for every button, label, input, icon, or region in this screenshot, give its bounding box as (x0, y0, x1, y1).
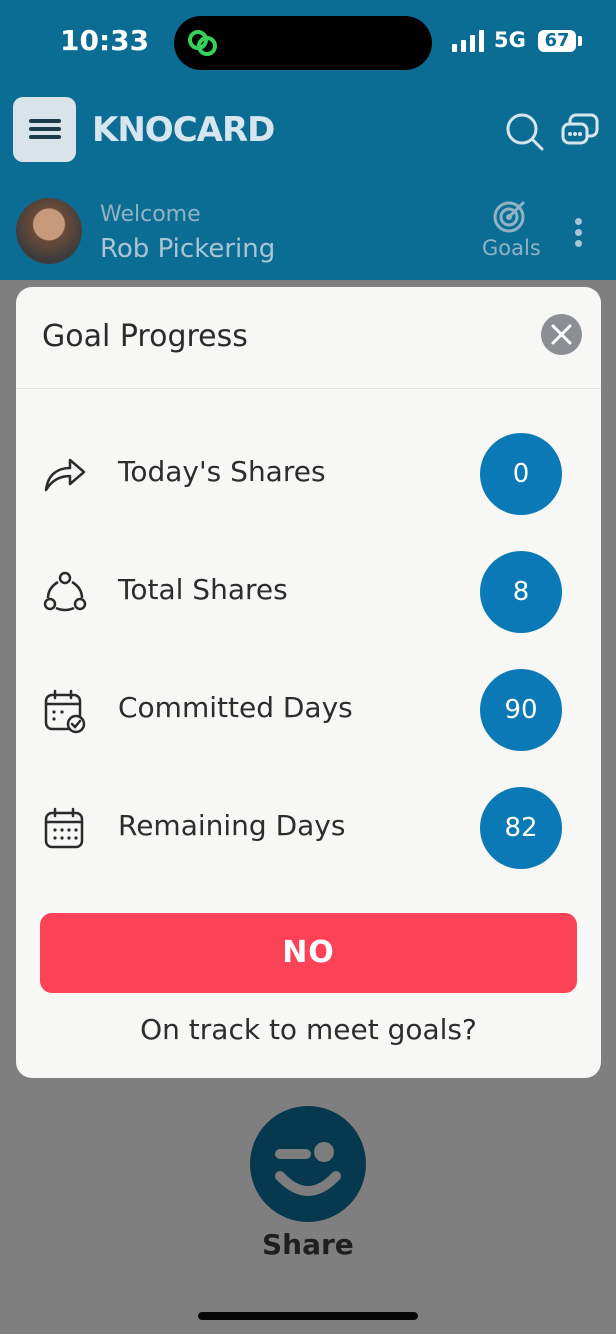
stat-row-todays-shares: Today's Shares 0 (16, 433, 601, 515)
goals-label[interactable]: Goals (482, 236, 541, 260)
calendar-check-icon (44, 689, 86, 734)
stat-row-committed-days: Committed Days 90 (16, 669, 601, 751)
calendar-icon (44, 807, 84, 849)
more-options-icon[interactable] (575, 218, 585, 248)
stat-label: Today's Shares (118, 455, 326, 488)
stat-value-badge: 0 (480, 433, 562, 515)
close-icon (551, 324, 572, 345)
app-header: 10:33 5G 67 KNOCARD Welcome Rob Pickerin… (0, 0, 616, 280)
share-arrow-icon (44, 458, 86, 492)
goal-status-button[interactable]: NO (40, 913, 577, 993)
chat-icon[interactable] (560, 112, 600, 152)
knocard-logo: KNOCARD (92, 110, 275, 152)
status-bar: 10:33 5G 67 (0, 0, 616, 88)
search-icon[interactable] (505, 112, 545, 152)
network-icon (43, 571, 87, 612)
user-name: Rob Pickering (100, 234, 276, 264)
stat-label: Committed Days (118, 691, 353, 724)
menu-line (29, 135, 61, 139)
dialog-header: Goal Progress (16, 287, 601, 389)
stat-value-badge: 82 (480, 787, 562, 869)
goal-status-caption: On track to meet goals? (140, 1013, 477, 1046)
close-button[interactable] (541, 314, 582, 355)
stat-label: Remaining Days (118, 809, 346, 842)
avatar[interactable] (16, 198, 82, 264)
link-icon (188, 30, 217, 56)
signal-icon (452, 30, 484, 52)
network-type: 5G (494, 28, 526, 52)
logo-text: KNOCARD (92, 110, 275, 150)
welcome-label: Welcome (100, 202, 201, 227)
stat-label: Total Shares (118, 573, 288, 606)
stat-value-badge: 90 (480, 669, 562, 751)
menu-line (29, 119, 61, 123)
stat-row-total-shares: Total Shares 8 (16, 551, 601, 633)
target-icon[interactable] (492, 198, 528, 234)
menu-line (29, 127, 61, 131)
goal-progress-dialog: Goal Progress Today's Shares 0 Total Sha… (16, 287, 601, 1078)
battery-tip (578, 36, 582, 46)
stat-value-badge: 8 (480, 551, 562, 633)
battery-indicator: 67 (538, 30, 576, 52)
status-time: 10:33 (60, 24, 150, 57)
menu-button[interactable] (13, 97, 76, 162)
dialog-title: Goal Progress (42, 319, 248, 354)
stat-row-remaining-days: Remaining Days 82 (16, 787, 601, 869)
